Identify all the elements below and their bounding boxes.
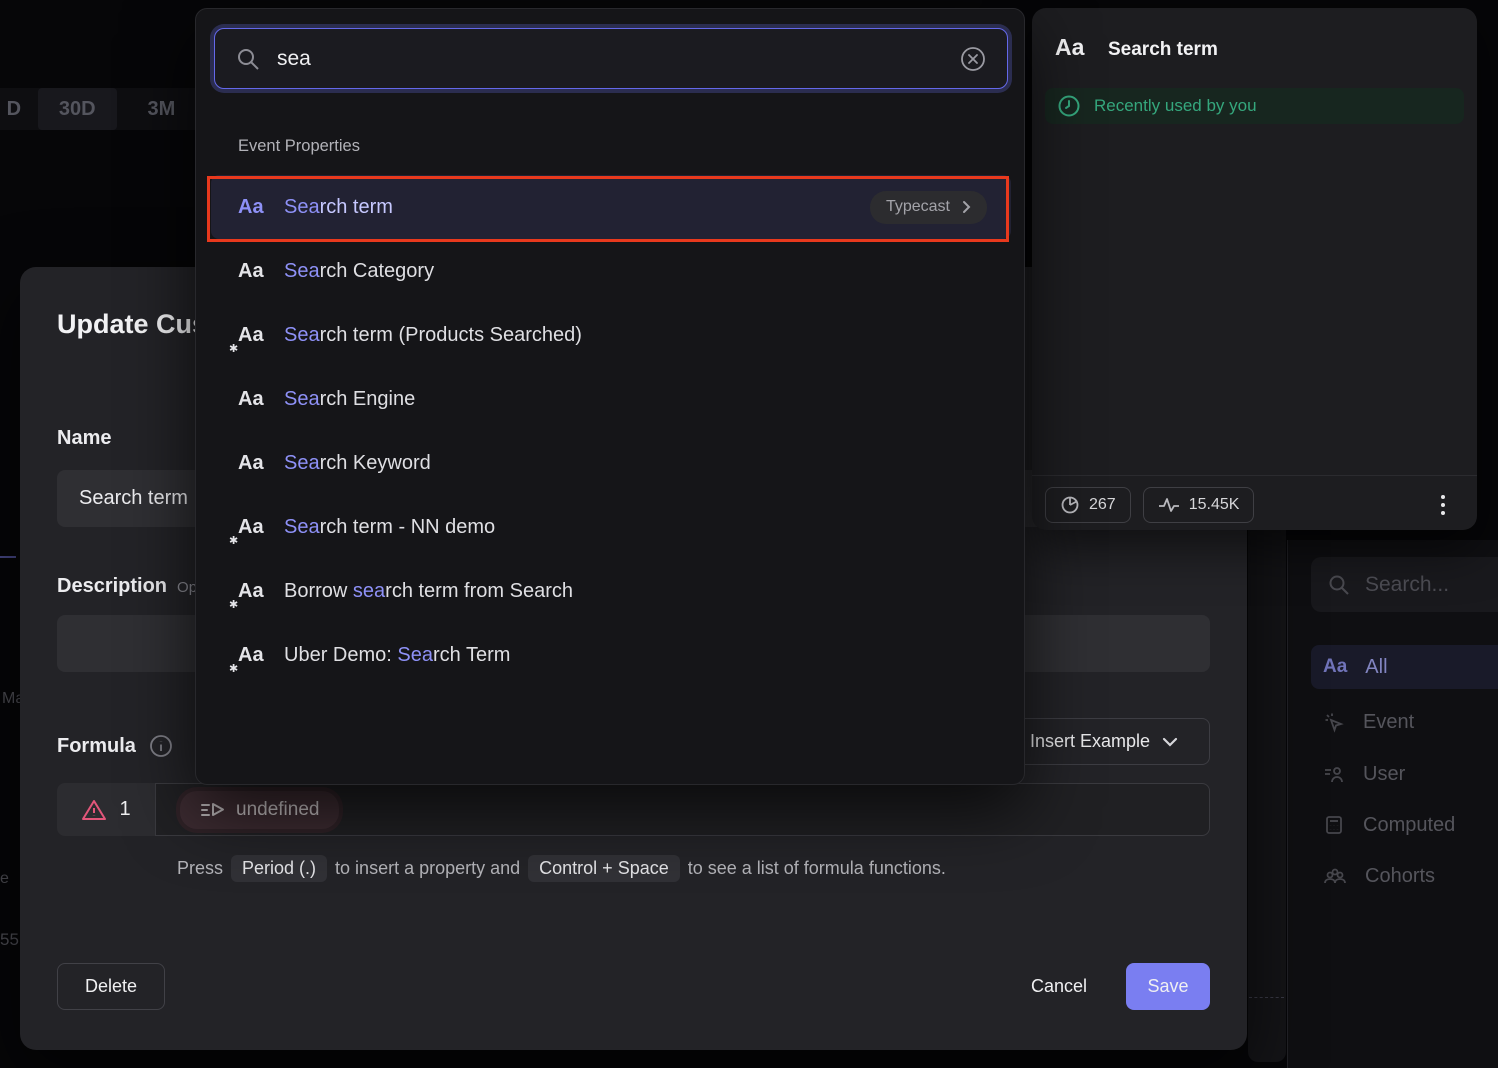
property-search-dropdown: Event Properties Aa Search term Typecast… (195, 8, 1025, 785)
property-results-list: Aa Search term Typecast Aa Search Catego… (211, 175, 1011, 687)
result-search-term-nn-demo[interactable]: Aa✱ Search term - NN demo (211, 495, 1011, 559)
result-search-category[interactable]: Aa Search Category (211, 239, 1011, 303)
chart-gridline-fragment (1249, 997, 1284, 998)
distinct-count-pill[interactable]: 267 (1045, 487, 1131, 523)
info-icon[interactable] (148, 733, 174, 759)
clear-search-icon[interactable] (959, 45, 987, 73)
result-search-keyword[interactable]: Aa Search Keyword (211, 431, 1011, 495)
sidebar-filter-cohorts[interactable]: Cohorts (1311, 854, 1498, 898)
pie-chart-icon (1060, 495, 1080, 515)
calculator-icon (1323, 814, 1345, 836)
custom-asterisk-icon: ✱ (229, 662, 238, 675)
property-detail-title: Search term (1108, 39, 1218, 61)
error-count: 1 (119, 798, 130, 821)
sidebar-filter-label: User (1363, 763, 1405, 786)
sidebar-filter-computed[interactable]: Computed (1311, 803, 1498, 847)
property-search-input[interactable] (277, 47, 959, 71)
kbd-control-space: Control + Space (528, 855, 680, 882)
typecast-badge[interactable]: Typecast (870, 191, 987, 224)
chevron-down-icon (1162, 737, 1178, 747)
formula-editor-row: 1 undefined (57, 783, 1210, 836)
aa-type-icon: Aa (1323, 656, 1347, 678)
property-search-box[interactable] (214, 28, 1008, 89)
sidebar-filter-event[interactable]: Event (1311, 700, 1498, 744)
pulse-icon (1158, 497, 1180, 513)
result-label: Borrow search term from Search (284, 580, 573, 603)
user-icon (1323, 763, 1345, 785)
result-search-term-products[interactable]: Aa✱ Search term (Products Searched) (211, 303, 1011, 367)
delete-button[interactable]: Delete (57, 963, 165, 1010)
chart-line-fragment (0, 556, 16, 558)
sidebar-filter-label: All (1365, 656, 1387, 679)
result-search-engine[interactable]: Aa Search Engine (211, 367, 1011, 431)
recently-used-badge: Recently used by you (1045, 88, 1464, 124)
result-search-term[interactable]: Aa Search term Typecast (211, 175, 1011, 239)
insert-example-button[interactable]: Insert Example (998, 718, 1210, 765)
formula-input[interactable]: undefined (155, 783, 1210, 836)
formula-hint: Press Period (.) to insert a property an… (177, 855, 946, 882)
result-uber-demo-search-term[interactable]: Aa✱ Uber Demo: Search Term (211, 623, 1011, 687)
chart-axis-label: e (0, 870, 9, 888)
custom-asterisk-icon: ✱ (229, 534, 238, 547)
formula-token-undefined[interactable]: undefined (180, 791, 339, 829)
result-label: Search term - NN demo (284, 516, 495, 539)
aa-custom-type-icon: Aa✱ (238, 580, 284, 603)
property-detail-card: Aa Search term Recently used by you 267 (1032, 8, 1477, 530)
property-filter-sidebar: Aa All Event User (1287, 540, 1498, 1068)
result-label: Search Keyword (284, 452, 431, 475)
sidebar-search[interactable] (1311, 557, 1498, 612)
aa-type-icon: Aa (238, 196, 284, 219)
sidebar-filter-label: Cohorts (1365, 865, 1435, 888)
sidebar-filter-user[interactable]: User (1311, 752, 1498, 796)
time-range-30d[interactable]: 30D (38, 88, 117, 130)
sidebar-search-input[interactable] (1365, 573, 1498, 597)
cancel-button[interactable]: Cancel (1021, 963, 1097, 1010)
result-label: Search term (284, 196, 393, 219)
function-icon (200, 800, 226, 820)
custom-asterisk-icon: ✱ (229, 342, 238, 355)
search-icon (1327, 573, 1351, 597)
formula-label-row: Formula (57, 733, 174, 759)
sidebar-filter-label: Computed (1363, 814, 1455, 837)
kbd-period: Period (.) (231, 855, 327, 882)
time-range-3m[interactable]: 3M (127, 88, 196, 130)
cohorts-icon (1323, 865, 1347, 887)
aa-type-icon: Aa (238, 260, 284, 283)
aa-custom-type-icon: Aa✱ (238, 644, 284, 667)
sidebar-filter-all[interactable]: Aa All (1311, 645, 1498, 689)
result-label: Search Category (284, 260, 434, 283)
clock-icon (1057, 94, 1081, 118)
warning-icon (81, 798, 107, 822)
formula-error-badge: 1 (57, 783, 155, 836)
formula-label: Formula (57, 735, 136, 758)
result-label: Search Engine (284, 388, 415, 411)
sidebar-filter-label: Event (1363, 711, 1414, 734)
property-stats: 267 15.45K (1045, 487, 1254, 523)
result-borrow-search-term[interactable]: Aa✱ Borrow search term from Search (211, 559, 1011, 623)
search-icon (235, 46, 261, 72)
background-panel-strip (1248, 530, 1286, 1062)
app-screen: D 30D 3M May e 55 Aa All Event (0, 0, 1498, 1068)
aa-type-icon: Aa (238, 452, 284, 475)
name-label: Name (57, 427, 111, 450)
event-cursor-icon (1323, 711, 1345, 733)
custom-asterisk-icon: ✱ (229, 598, 238, 611)
divider (1032, 475, 1477, 476)
chart-axis-label: 55 (0, 930, 19, 950)
chevron-right-icon (962, 200, 971, 214)
time-range-segments: D 30D 3M (0, 88, 196, 130)
result-label: Uber Demo: Search Term (284, 644, 510, 667)
aa-custom-type-icon: Aa✱ (238, 324, 284, 347)
aa-custom-type-icon: Aa✱ (238, 516, 284, 539)
volume-pill[interactable]: 15.45K (1143, 487, 1255, 523)
aa-type-icon: Aa (238, 388, 284, 411)
aa-type-icon: Aa (1055, 34, 1084, 61)
time-range-partial[interactable]: D (0, 98, 28, 121)
section-header: Event Properties (238, 137, 360, 156)
more-options-icon[interactable] (1430, 492, 1456, 518)
result-label: Search term (Products Searched) (284, 324, 582, 347)
save-button[interactable]: Save (1126, 963, 1210, 1010)
